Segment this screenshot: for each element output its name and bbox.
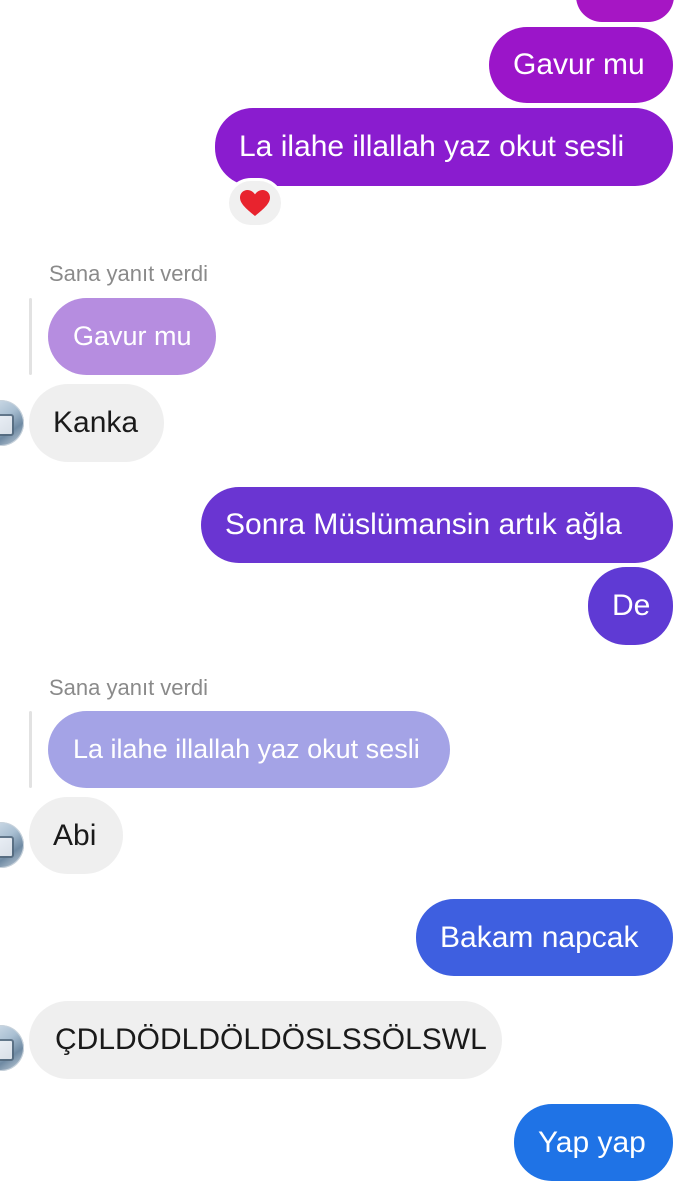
message-bubble-outgoing[interactable]: Bakam napcak [416, 899, 673, 976]
message-bubble-incoming[interactable]: Abi [29, 797, 123, 874]
message-bubble-outgoing[interactable]: Sonra Müslümansin artık ağla [201, 487, 673, 563]
avatar[interactable] [0, 1025, 24, 1071]
message-bubble-outgoing[interactable]: Gavur mu [489, 27, 673, 103]
reply-preview-text: La ilahe illallah yaz okut sesli [73, 734, 420, 764]
message-reaction[interactable] [226, 178, 284, 228]
reply-indicator-bar [29, 298, 32, 375]
message-bubble-cutoff[interactable] [576, 0, 674, 22]
message-text: Gavur mu [513, 48, 645, 81]
avatar[interactable] [0, 400, 24, 446]
message-text: Yap yap [538, 1125, 646, 1159]
reply-preview-bubble[interactable]: La ilahe illallah yaz okut sesli [48, 711, 450, 788]
reply-label: Sana yanıt verdi [49, 261, 208, 286]
reply-indicator-bar [29, 711, 32, 788]
message-text: Bakam napcak [440, 920, 639, 954]
message-text: Sonra Müslümansin artık ağla [225, 508, 622, 541]
message-bubble-outgoing[interactable]: La ilahe illallah yaz okut sesli [215, 108, 673, 186]
message-text: La ilahe illallah yaz okut sesli [239, 130, 625, 163]
avatar[interactable] [0, 822, 24, 868]
reply-preview-text: Gavur mu [73, 321, 192, 351]
message-bubble-incoming[interactable]: ÇDLDÖDLDÖLDÖSLSSÖLSWL [29, 1001, 502, 1079]
message-bubble-outgoing[interactable]: Yap yap [514, 1104, 673, 1181]
message-bubble-outgoing[interactable]: De [588, 567, 673, 645]
reply-preview-bubble[interactable]: Gavur mu [48, 298, 216, 375]
message-text: De [612, 589, 651, 622]
message-text: Kanka [53, 406, 139, 439]
heart-icon [240, 190, 270, 216]
message-bubble-incoming[interactable]: Kanka [29, 384, 164, 462]
message-text: Abi [53, 818, 97, 852]
message-text: ÇDLDÖDLDÖLDÖSLSSÖLSWL [55, 1023, 487, 1056]
reply-label: Sana yanıt verdi [49, 675, 208, 700]
